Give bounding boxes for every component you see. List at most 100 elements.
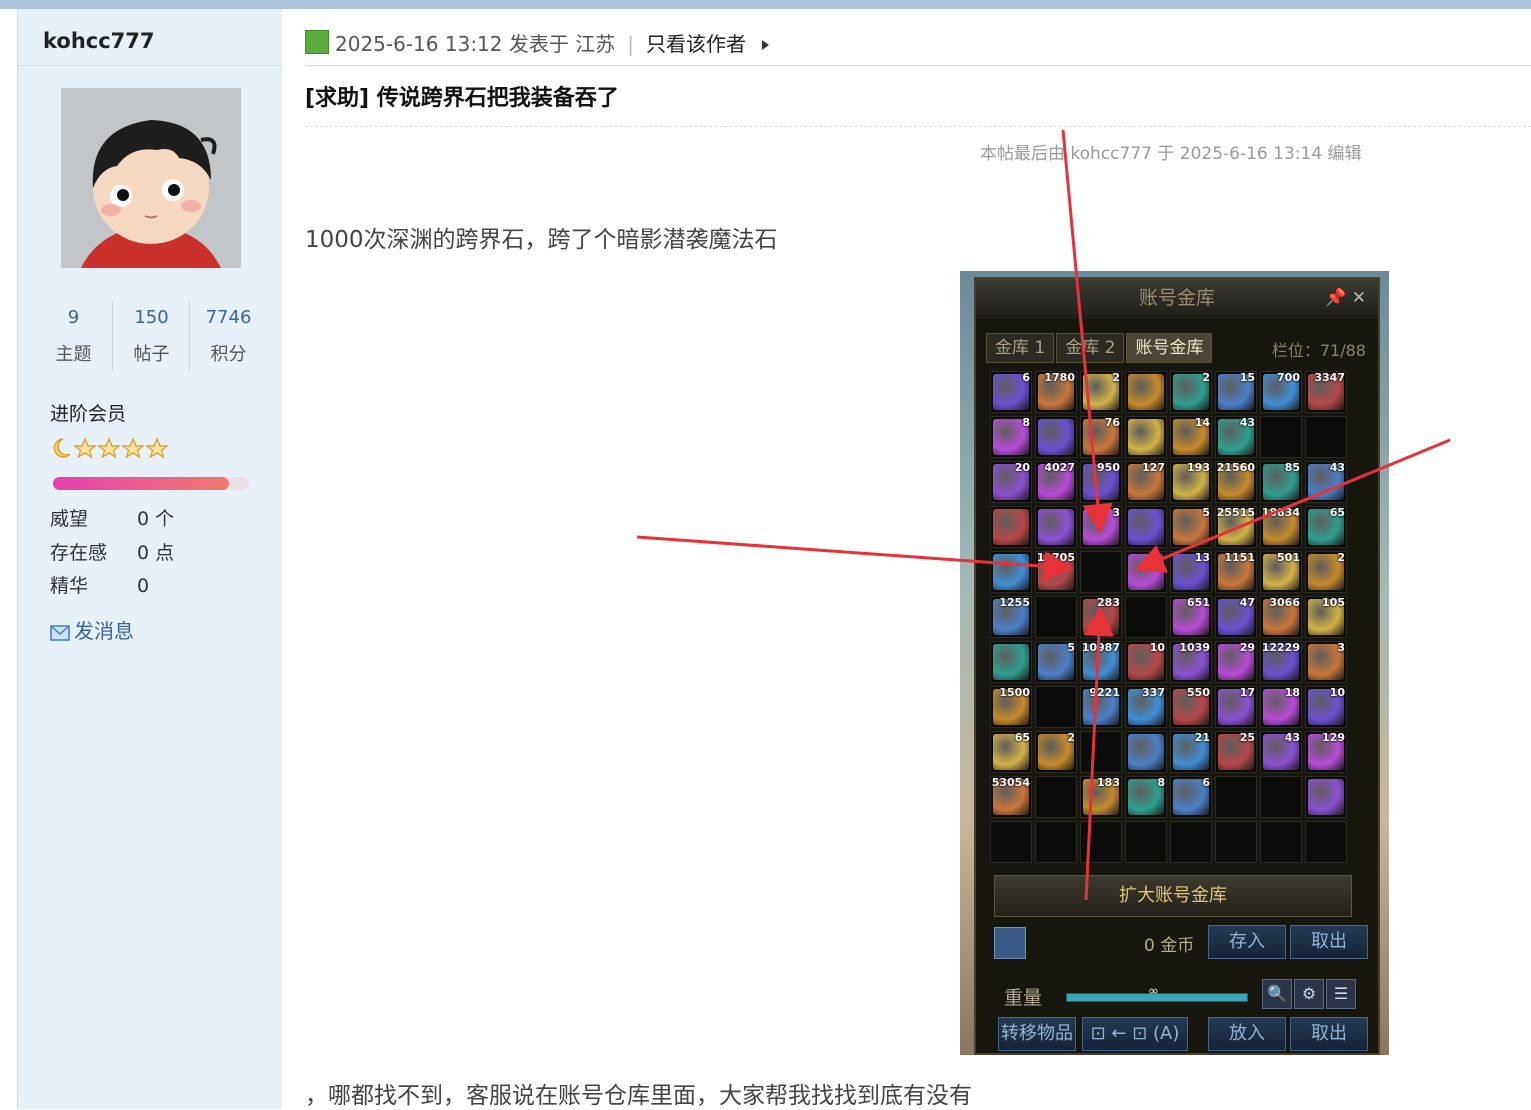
vault-slot[interactable]: 1039: [1170, 641, 1212, 683]
tab-vault-2[interactable]: 金库 2: [1056, 333, 1125, 363]
vault-slot[interactable]: [1305, 821, 1347, 863]
vault-slot[interactable]: 43: [1215, 416, 1257, 458]
vault-slot[interactable]: 127: [1125, 461, 1167, 503]
vault-slot[interactable]: 20: [990, 461, 1032, 503]
vault-slot[interactable]: [1125, 506, 1167, 548]
search-icon[interactable]: 🔍: [1262, 979, 1292, 1009]
vault-slot[interactable]: 511705: [1035, 551, 1077, 593]
vault-slot[interactable]: 3: [1080, 506, 1122, 548]
vault-slot[interactable]: 14: [1170, 416, 1212, 458]
vault-slot[interactable]: 105: [1305, 596, 1347, 638]
author-only-link[interactable]: 只看该作者: [646, 32, 746, 56]
deposit-button[interactable]: 存入: [1208, 925, 1286, 959]
vault-slot[interactable]: 10987: [1080, 641, 1122, 683]
vault-slot[interactable]: 2: [1080, 371, 1122, 413]
gold-icon[interactable]: [994, 927, 1026, 959]
vault-slot[interactable]: 2: [1305, 551, 1347, 593]
vault-slot[interactable]: 21: [1170, 731, 1212, 773]
vault-slot[interactable]: 3066: [1260, 596, 1302, 638]
vault-slot[interactable]: 17: [1215, 686, 1257, 728]
vault-slot[interactable]: [1125, 731, 1167, 773]
vault-slot[interactable]: [1035, 506, 1077, 548]
vault-slot[interactable]: [1035, 596, 1077, 638]
vault-slot[interactable]: [1035, 821, 1077, 863]
vault-slot[interactable]: 25: [1215, 731, 1257, 773]
vault-slot[interactable]: [1125, 416, 1167, 458]
vault-slot[interactable]: 8: [1125, 776, 1167, 818]
put-in-button[interactable]: 放入: [1208, 1017, 1286, 1051]
vault-slot[interactable]: 85: [1260, 461, 1302, 503]
list-icon[interactable]: ☰: [1326, 979, 1356, 1009]
vault-slot[interactable]: [1080, 821, 1122, 863]
stat-threads[interactable]: 9 主题: [35, 301, 112, 371]
vault-slot[interactable]: 651: [1170, 596, 1212, 638]
hotkey-transfer-button[interactable]: ⊡ ← ⊡ (A): [1082, 1017, 1188, 1051]
vault-slot[interactable]: 1780: [1035, 371, 1077, 413]
game-screenshot[interactable]: 账号金库 📌 ✕ 金库 1 金库 2 账号金库 栏位：71/88 6 1780 2 2 15…: [960, 271, 1389, 1055]
vault-slot[interactable]: [990, 506, 1032, 548]
vault-slot[interactable]: [1260, 776, 1302, 818]
vault-slot[interactable]: 65: [990, 731, 1032, 773]
vault-slot[interactable]: 25515: [1215, 506, 1257, 548]
vault-slot[interactable]: 6: [990, 371, 1032, 413]
vault-slot[interactable]: [1035, 776, 1077, 818]
vault-slot[interactable]: [1125, 371, 1167, 413]
vault-slot[interactable]: [990, 641, 1032, 683]
vault-slot[interactable]: 2: [1035, 731, 1077, 773]
vault-slot[interactable]: 3347: [1305, 371, 1347, 413]
vault-slot[interactable]: 15: [1215, 371, 1257, 413]
vault-slot[interactable]: 18834: [1260, 506, 1302, 548]
vault-slot[interactable]: 1151: [1215, 551, 1257, 593]
vault-slot[interactable]: 65: [1305, 506, 1347, 548]
transfer-items-button[interactable]: 转移物品: [998, 1017, 1076, 1051]
take-out-button[interactable]: 取出: [1290, 1017, 1368, 1051]
stat-points[interactable]: 7746 积分: [189, 301, 267, 371]
vault-slot[interactable]: 193: [1170, 461, 1212, 503]
vault-slot[interactable]: [990, 551, 1032, 593]
vault-slot[interactable]: [1215, 821, 1257, 863]
vault-slot[interactable]: 43: [1260, 731, 1302, 773]
vault-slot[interactable]: 4027: [1035, 461, 1077, 503]
vault-slot[interactable]: [1125, 596, 1167, 638]
vault-slot[interactable]: 9221: [1080, 686, 1122, 728]
member-rank[interactable]: 进阶会员: [50, 399, 126, 426]
vault-slot[interactable]: [1035, 686, 1077, 728]
tab-vault-1[interactable]: 金库 1: [986, 333, 1055, 363]
vault-slot[interactable]: 47: [1215, 596, 1257, 638]
vault-slot[interactable]: 283: [1080, 596, 1122, 638]
vault-slot[interactable]: [990, 821, 1032, 863]
vault-slot[interactable]: [1080, 551, 1122, 593]
vault-slot[interactable]: [1260, 821, 1302, 863]
vault-slot[interactable]: 76: [1080, 416, 1122, 458]
gear-icon[interactable]: ⚙: [1294, 979, 1324, 1009]
vault-slot[interactable]: 5: [1170, 506, 1212, 548]
vault-slot[interactable]: 29: [1215, 641, 1257, 683]
send-message-link[interactable]: 发消息: [50, 615, 134, 644]
withdraw-button[interactable]: 取出: [1290, 925, 1368, 959]
vault-slot[interactable]: 6: [1170, 776, 1212, 818]
vault-slot[interactable]: [1215, 776, 1257, 818]
vault-slot[interactable]: 1255: [990, 596, 1032, 638]
vault-slot[interactable]: 2: [1170, 371, 1212, 413]
vault-slot[interactable]: 43: [1305, 461, 1347, 503]
vault-slot[interactable]: 121560: [1215, 461, 1257, 503]
vault-slot[interactable]: 3: [1305, 641, 1347, 683]
vault-slot[interactable]: [1125, 821, 1167, 863]
vault-slot[interactable]: [1305, 416, 1347, 458]
expand-vault-button[interactable]: 扩大账号金库: [994, 875, 1352, 917]
stat-posts[interactable]: 150 帖子: [112, 301, 190, 371]
vault-slot[interactable]: 12229: [1260, 641, 1302, 683]
avatar[interactable]: [61, 88, 241, 268]
vault-slot[interactable]: 950: [1080, 461, 1122, 503]
vault-slot[interactable]: [1260, 416, 1302, 458]
vault-slot[interactable]: [1080, 731, 1122, 773]
vault-slot[interactable]: 53054: [990, 776, 1032, 818]
vault-slot[interactable]: 129: [1305, 731, 1347, 773]
vault-slot[interactable]: 10: [1305, 686, 1347, 728]
vault-slot[interactable]: 183: [1080, 776, 1122, 818]
vault-slot[interactable]: 1500: [990, 686, 1032, 728]
vault-slot[interactable]: 13: [1170, 551, 1212, 593]
vault-slot[interactable]: 501: [1260, 551, 1302, 593]
close-icon[interactable]: 📌 ✕: [1325, 279, 1366, 317]
vault-slot[interactable]: [1035, 416, 1077, 458]
